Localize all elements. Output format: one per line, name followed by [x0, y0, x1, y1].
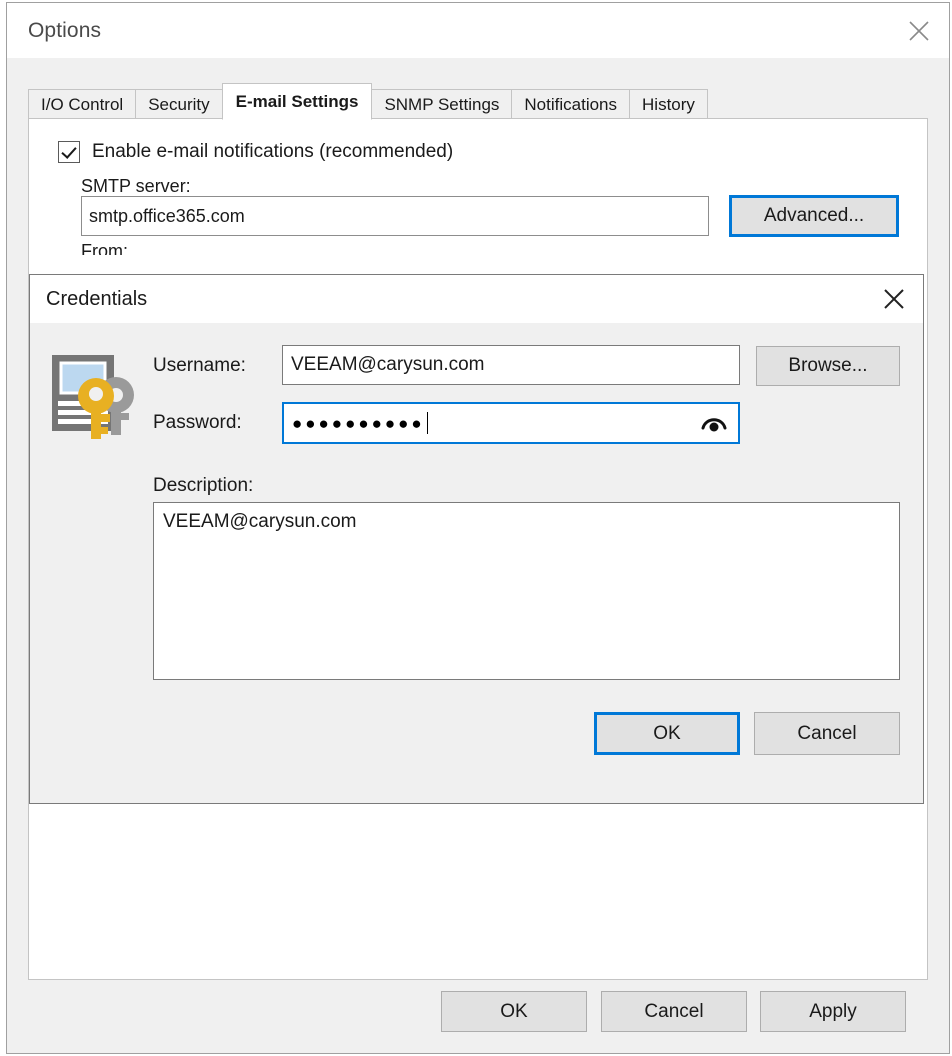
credentials-titlebar: Credentials: [30, 275, 923, 323]
credentials-ok-button[interactable]: OK: [594, 712, 740, 755]
options-apply-label: Apply: [809, 1000, 857, 1022]
description-value: VEEAM@carysun.com: [163, 511, 357, 532]
close-icon[interactable]: [889, 3, 949, 58]
credentials-cancel-button[interactable]: Cancel: [754, 712, 900, 755]
tab-label: I/O Control: [41, 94, 124, 114]
credentials-dialog: Credentials Username: VEEAM@carysun.com …: [29, 274, 924, 804]
tab-label: Security: [148, 94, 210, 114]
options-cancel-button[interactable]: Cancel: [601, 991, 747, 1032]
password-input[interactable]: ●●●●●●●●●●: [282, 402, 740, 444]
enable-email-notifications-checkbox[interactable]: [58, 141, 80, 163]
smtp-server-label: SMTP server:: [81, 176, 191, 196]
enable-email-notifications-row[interactable]: Enable e-mail notifications (recommended…: [58, 141, 453, 163]
options-apply-button[interactable]: Apply: [760, 991, 906, 1032]
smtp-server-value: smtp.office365.com: [89, 205, 245, 226]
username-input[interactable]: VEEAM@carysun.com: [282, 345, 740, 385]
description-textarea[interactable]: VEEAM@carysun.com: [153, 502, 900, 680]
tab-email-settings[interactable]: E-mail Settings: [221, 83, 373, 120]
options-cancel-label: Cancel: [644, 1000, 704, 1022]
credentials-key-icon: [50, 351, 142, 441]
description-label: Description:: [153, 475, 254, 496]
password-value: ●●●●●●●●●●: [292, 413, 425, 433]
close-icon[interactable]: [865, 275, 923, 323]
options-titlebar: Options: [7, 3, 949, 58]
credentials-body: Username: VEEAM@carysun.com Browse... Pa…: [30, 323, 923, 803]
username-value: VEEAM@carysun.com: [291, 354, 485, 375]
credentials-cancel-label: Cancel: [797, 722, 857, 744]
credentials-dialog-title: Credentials: [46, 288, 148, 310]
tab-label: SNMP Settings: [384, 94, 500, 114]
credentials-ok-label: OK: [653, 722, 681, 744]
username-label: Username:: [153, 355, 246, 376]
options-tabstrip: I/O Control Security E-mail Settings SNM…: [28, 83, 708, 120]
text-caret: [426, 412, 428, 434]
tab-io-control[interactable]: I/O Control: [28, 89, 137, 119]
tab-notifications[interactable]: Notifications: [511, 89, 631, 119]
tab-security[interactable]: Security: [135, 89, 223, 119]
browse-button-label: Browse...: [788, 355, 868, 376]
options-ok-label: OK: [500, 1000, 528, 1022]
options-window-title: Options: [28, 19, 102, 42]
screen: Options I/O Control Security E-mail Sett…: [0, 0, 952, 1056]
tab-label: E-mail Settings: [235, 91, 359, 111]
enable-email-notifications-label: Enable e-mail notifications (recommended…: [92, 141, 454, 162]
smtp-server-input[interactable]: smtp.office365.com: [81, 196, 709, 236]
tab-history[interactable]: History: [629, 89, 708, 119]
tab-label: Notifications: [524, 94, 618, 114]
tab-snmp-settings[interactable]: SNMP Settings: [371, 89, 513, 119]
password-label: Password:: [153, 412, 242, 433]
advanced-button[interactable]: Advanced...: [729, 195, 899, 237]
from-label: From:: [81, 241, 128, 255]
eye-icon[interactable]: [700, 413, 728, 433]
tab-label: History: [642, 94, 695, 114]
browse-button[interactable]: Browse...: [756, 346, 900, 386]
advanced-button-label: Advanced...: [763, 205, 865, 226]
options-ok-button[interactable]: OK: [441, 991, 587, 1032]
